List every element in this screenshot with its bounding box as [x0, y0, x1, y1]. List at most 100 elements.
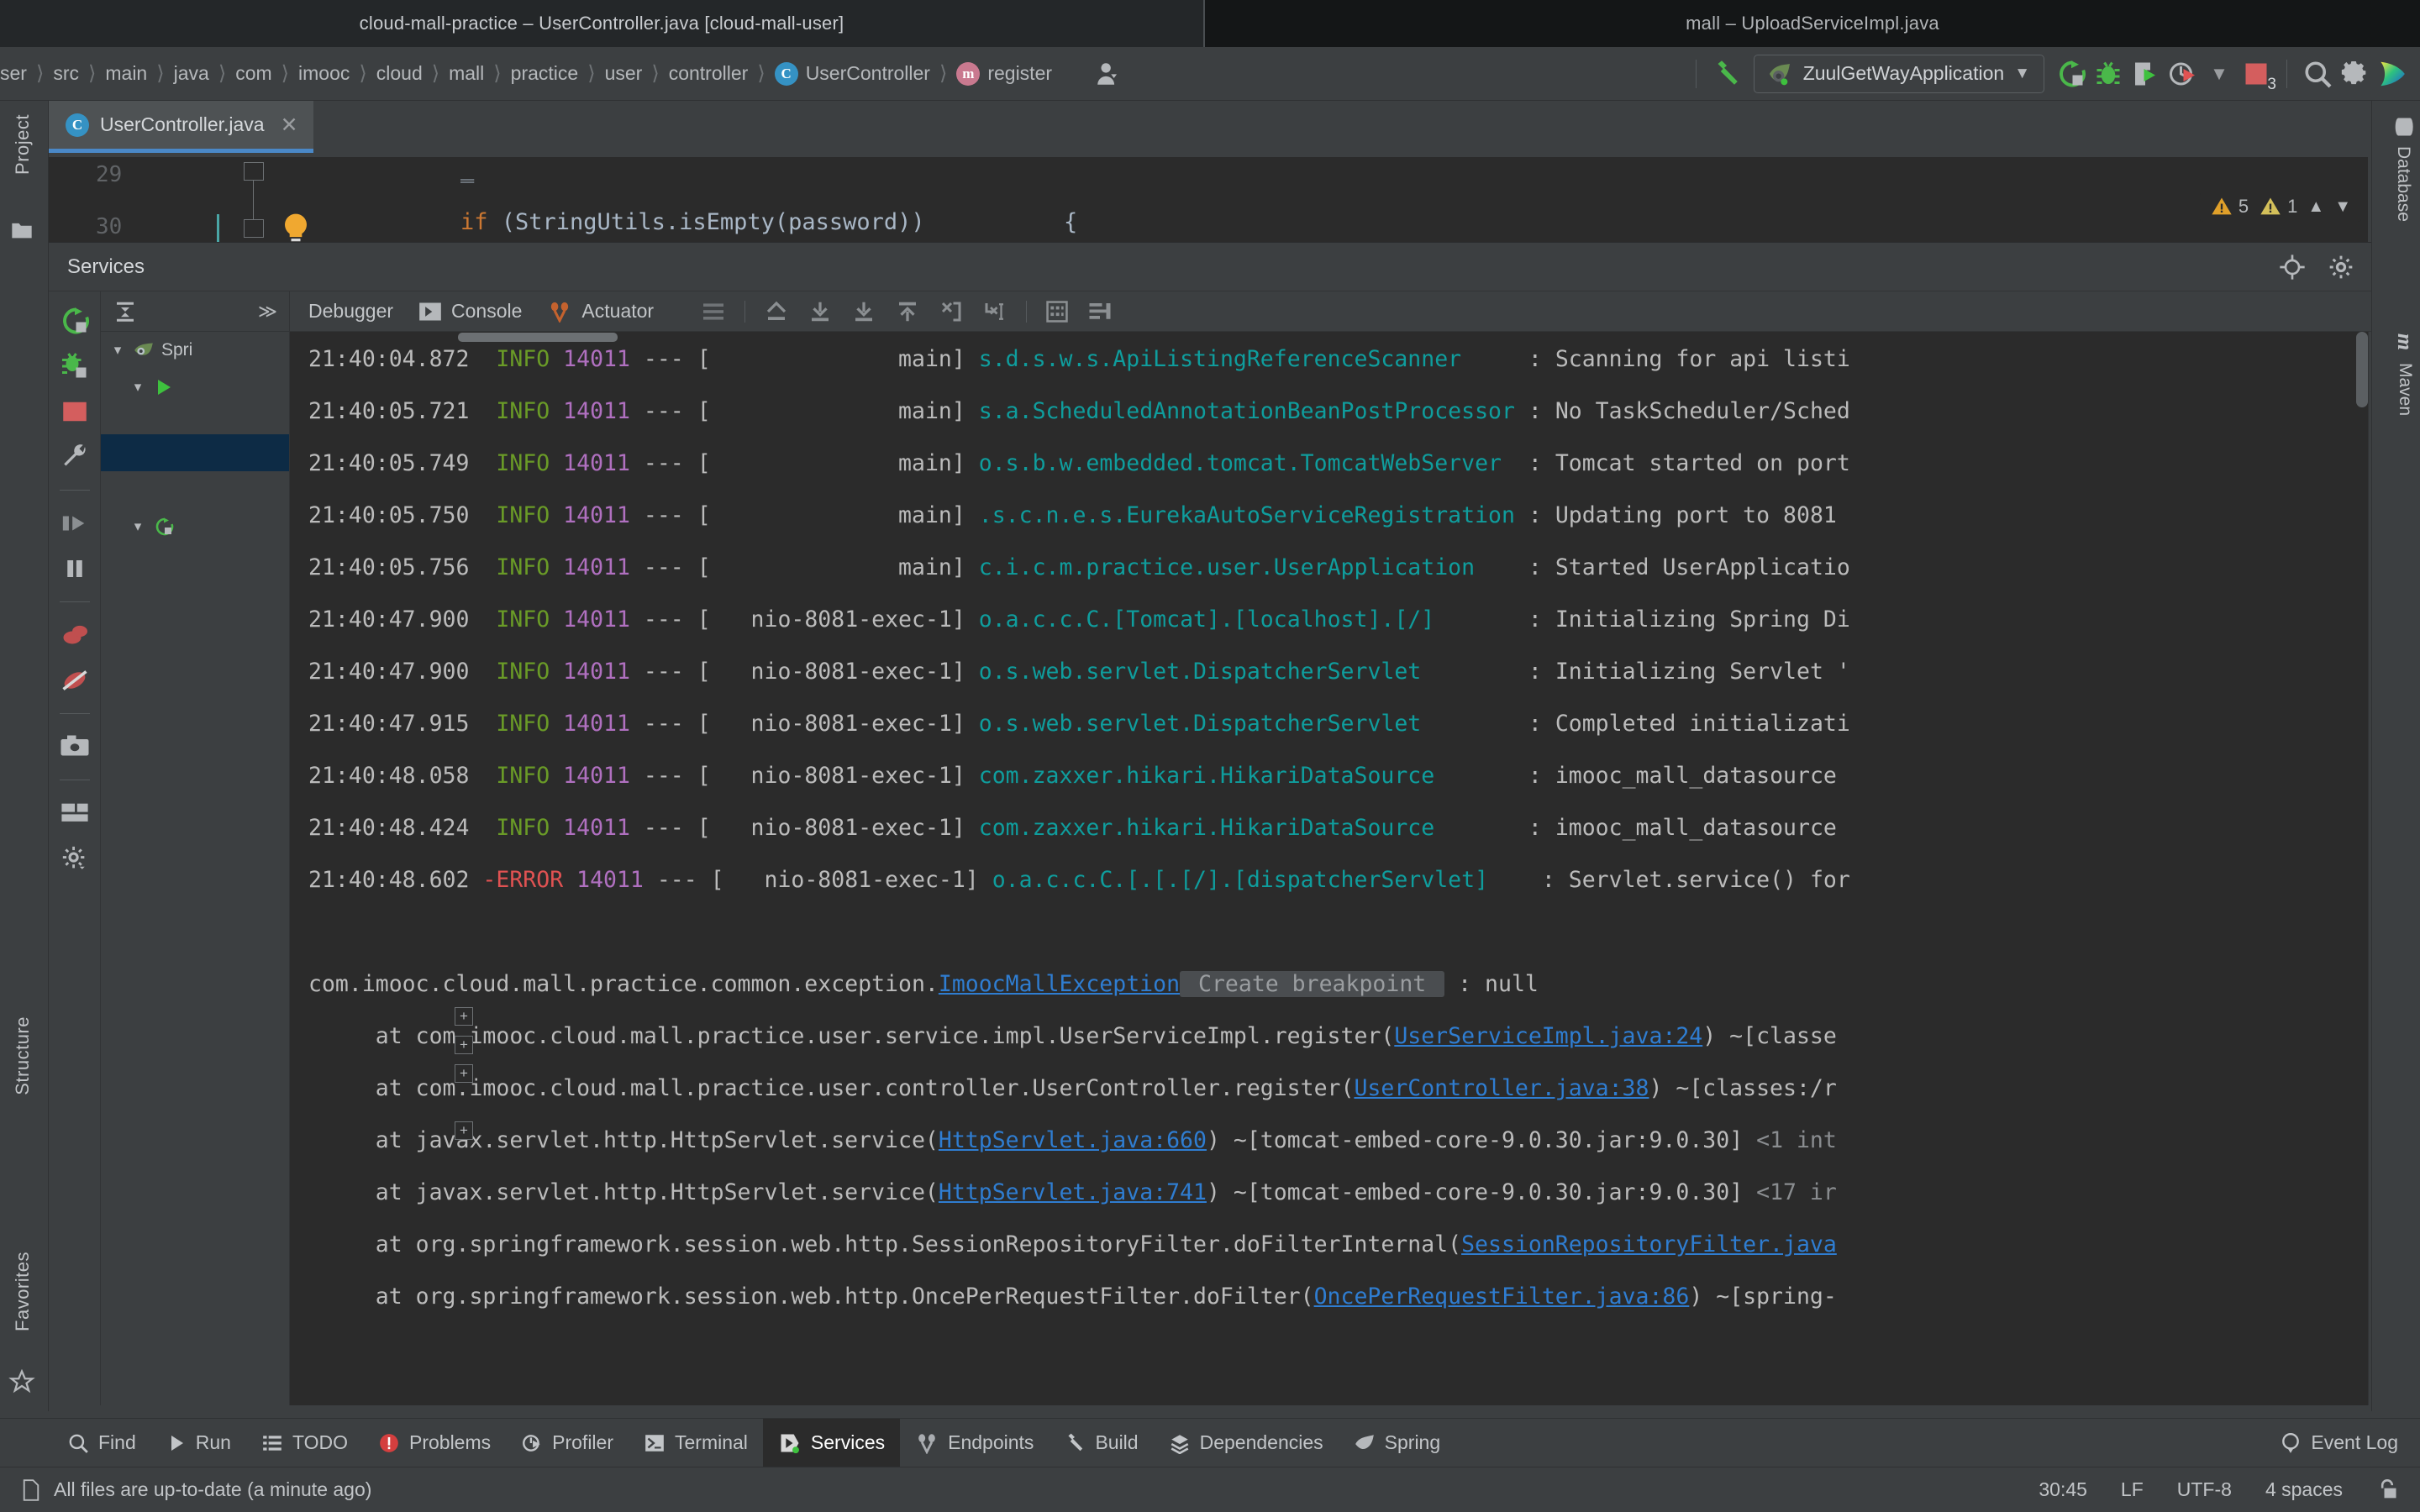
tab-debugger[interactable]: Debugger	[308, 300, 393, 323]
console-stack-frame[interactable]: at org.springframework.session.web.http.…	[290, 1219, 2420, 1271]
brand-logo-icon[interactable]	[2373, 55, 2410, 92]
run-with-coverage-icon[interactable]	[2127, 55, 2164, 92]
breadcrumb-item-controller[interactable]: controller	[660, 62, 758, 85]
breadcrumb-item-cloud[interactable]: cloud	[367, 62, 432, 85]
breadcrumb-item-imooc[interactable]: imooc	[289, 62, 359, 85]
console-output[interactable]: 21:40:04.872 INFO 14011 --- [ main] s.d.…	[290, 332, 2420, 1405]
step-up-icon[interactable]	[895, 300, 920, 323]
chevron-down-icon[interactable]: ▾	[109, 342, 126, 359]
rerun-icon[interactable]	[2053, 55, 2090, 92]
rerun-icon[interactable]	[55, 302, 94, 340]
run-to-cursor-icon[interactable]	[939, 300, 964, 323]
layout-icon[interactable]	[55, 794, 94, 832]
fold-expand-icon[interactable]: +	[455, 1007, 473, 1026]
line-separator[interactable]: LF	[2121, 1478, 2144, 1501]
console-stack-frame[interactable]: at javax.servlet.http.HttpServlet.servic…	[290, 1167, 2420, 1219]
settings-icon[interactable]	[55, 839, 94, 878]
chevron-up-icon[interactable]: ▲	[2307, 197, 2324, 217]
bottom-tab-build[interactable]: Build	[1049, 1419, 1153, 1467]
caret-position[interactable]: 30:45	[2039, 1478, 2087, 1501]
wrench-icon[interactable]	[55, 438, 94, 476]
inspection-widget[interactable]: 5 1 ▲ ▼	[2199, 192, 2361, 222]
step-out-icon[interactable]	[764, 300, 789, 323]
breadcrumb-item-usercontroller[interactable]: C UserController	[765, 61, 939, 86]
tab-console[interactable]: Console	[418, 300, 522, 323]
pause-icon[interactable]	[55, 549, 94, 588]
bottom-tab-problems[interactable]: Problems	[363, 1419, 506, 1467]
stop-icon[interactable]: 3	[2238, 55, 2276, 93]
sidebar-item-maven[interactable]: m Maven	[2393, 329, 2417, 416]
tree-item-running-app[interactable]: ▾	[101, 369, 289, 406]
step-over-icon[interactable]	[55, 504, 94, 543]
sidebar-item-database[interactable]: Database	[2391, 116, 2415, 222]
more-options-icon[interactable]: ≫	[258, 301, 277, 323]
sidebar-item-project[interactable]: Project	[12, 114, 34, 175]
gear-icon[interactable]	[2328, 254, 2354, 281]
editor-tab-usercontroller[interactable]: C UserController.java ✕	[49, 101, 313, 153]
bottom-tab-services[interactable]: Services	[762, 1418, 901, 1467]
breadcrumb-item-java[interactable]: java	[165, 62, 218, 85]
console-stack-frame[interactable]: at com.imooc.cloud.mall.practice.user.co…	[290, 1063, 2420, 1115]
breadcrumb-item-com[interactable]: com	[226, 62, 281, 85]
fold-expand-icon[interactable]: +	[455, 1036, 473, 1054]
disable-breakpoints-icon[interactable]	[55, 661, 94, 700]
tree-item-selected[interactable]	[101, 434, 289, 471]
bottom-tab-todo[interactable]: TODO	[246, 1419, 363, 1467]
build-hammer-icon[interactable]	[1708, 55, 1745, 92]
soft-wrap-icon[interactable]	[701, 302, 726, 322]
close-icon[interactable]: ✕	[281, 113, 298, 138]
collapse-all-icon[interactable]	[113, 299, 138, 324]
gear-icon[interactable]	[2336, 55, 2373, 92]
chevron-down-icon[interactable]: ▾	[129, 379, 146, 396]
force-step-into-icon[interactable]	[851, 300, 876, 323]
services-tree[interactable]: ≫ ▾ Spri ▾ ▾	[101, 291, 290, 1405]
tree-item-spring[interactable]: ▾ Spri	[101, 332, 289, 369]
sidebar-item-structure[interactable]: Structure	[12, 1016, 34, 1095]
sidebar-item-favorites[interactable]: Favorites	[12, 1252, 34, 1331]
step-into-icon[interactable]	[808, 300, 833, 323]
tree-item-rerun-group[interactable]: ▾	[101, 508, 289, 545]
event-log-button[interactable]: Event Log	[2280, 1431, 2398, 1454]
breadcrumb-item-src[interactable]: src	[44, 62, 88, 85]
breadcrumb-item-main[interactable]: main	[96, 62, 156, 85]
console-exception-line[interactable]: com.imooc.cloud.mall.practice.common.exc…	[290, 958, 2420, 1011]
chevron-down-icon[interactable]: ▾	[129, 518, 146, 535]
console-stack-frame[interactable]: at javax.servlet.http.HttpServlet.servic…	[290, 1115, 2420, 1167]
editor-area[interactable]: 29 30 ‗ if (StringUtils.isEmpty(password…	[49, 157, 2368, 254]
tab-actuator[interactable]: Actuator	[547, 300, 654, 323]
breadcrumb-item-practice[interactable]: practice	[502, 62, 588, 85]
indent-setting[interactable]: 4 spaces	[2265, 1478, 2343, 1501]
chevron-down-icon[interactable]: ▼	[2201, 55, 2238, 92]
encoding[interactable]: UTF-8	[2177, 1478, 2232, 1501]
console-stack-frame[interactable]: at org.springframework.session.web.http.…	[290, 1271, 2420, 1323]
threads-icon[interactable]	[1087, 301, 1113, 323]
camera-icon[interactable]	[55, 727, 94, 766]
fold-expand-icon[interactable]: +	[455, 1121, 473, 1140]
user-profile-icon[interactable]	[1090, 55, 1127, 92]
target-icon[interactable]	[2279, 254, 2306, 281]
bottom-tab-endpoints[interactable]: Endpoints	[900, 1419, 1049, 1467]
evaluate-expression-icon[interactable]	[1045, 300, 1069, 323]
breadcrumb-item-register[interactable]: m register	[947, 61, 1061, 86]
search-icon[interactable]	[2299, 55, 2336, 92]
console-stack-frame[interactable]: at com.imooc.cloud.mall.practice.user.se…	[290, 1011, 2420, 1063]
bottom-tab-spring[interactable]: Spring	[1339, 1419, 1455, 1467]
debug-bug-icon[interactable]	[2090, 55, 2127, 92]
stop-icon[interactable]	[55, 392, 94, 431]
bottom-tab-profiler[interactable]: Profiler	[506, 1419, 629, 1467]
breadcrumb-item-user-module[interactable]: ser	[0, 62, 36, 85]
bottom-tab-run[interactable]: Run	[151, 1419, 246, 1467]
bottom-tab-dependencies[interactable]: Dependencies	[1154, 1419, 1339, 1467]
bottom-tab-terminal[interactable]: Terminal	[629, 1419, 763, 1467]
rerun-debug-icon[interactable]	[55, 347, 94, 386]
mute-breakpoints-icon[interactable]	[55, 616, 94, 654]
drop-frame-icon[interactable]	[982, 300, 1007, 323]
run-configuration-selector[interactable]: ZuulGetWayApplication ▼	[1753, 54, 2044, 93]
profiler-icon[interactable]	[2164, 55, 2201, 92]
breadcrumb-item-mall[interactable]: mall	[439, 62, 493, 85]
fold-expand-icon[interactable]: +	[455, 1064, 473, 1083]
breadcrumb-item-user-pkg[interactable]: user	[596, 62, 652, 85]
bottom-tab-find[interactable]: Find	[52, 1419, 151, 1467]
unlocked-icon[interactable]	[2376, 1478, 2398, 1502]
chevron-down-icon[interactable]: ▼	[2334, 197, 2351, 217]
